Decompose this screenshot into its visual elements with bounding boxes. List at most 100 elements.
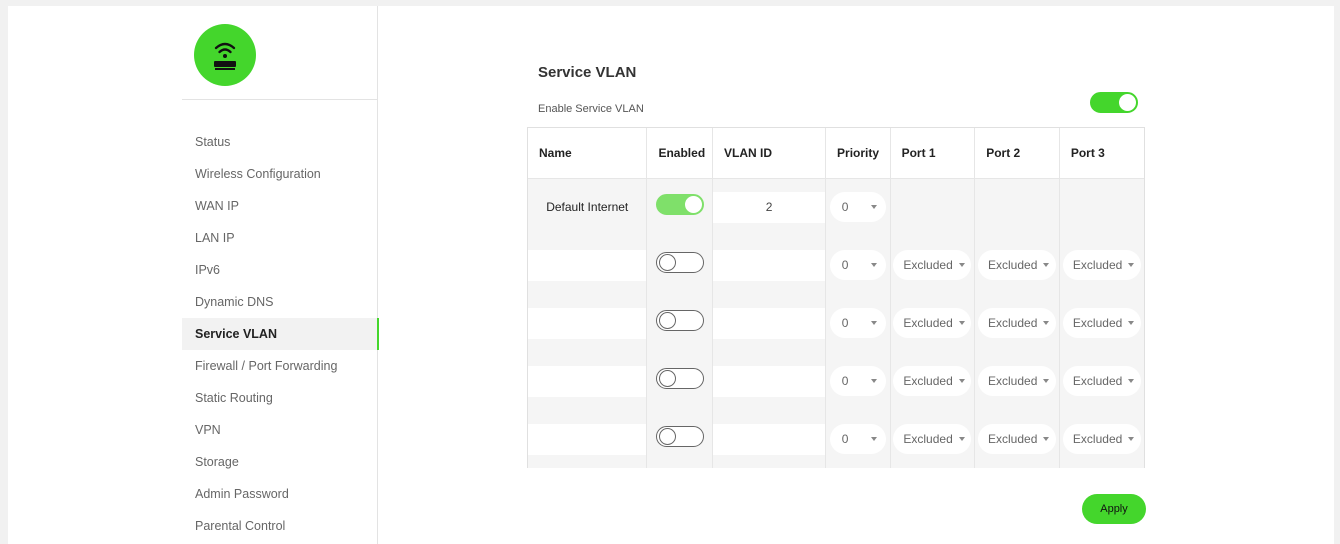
toggle-knob [684,196,702,214]
table-row: 0 Excluded Excluded Excluded [528,352,1144,410]
port-value: Excluded [903,258,953,272]
chevron-down-icon [958,379,965,383]
row-4-priority-select[interactable]: 0 [829,424,886,454]
page-title: Service VLAN [538,64,637,81]
sidebar-item-wan-ip[interactable]: WAN IP [182,190,378,222]
apply-button[interactable]: Apply [1082,494,1146,524]
row-3-port-3-select[interactable]: Excluded [1062,366,1141,396]
toggle-knob [1119,94,1136,111]
priority-value: 0 [841,200,849,215]
port-value: Excluded [1072,374,1123,388]
sidebar-item-static-routing[interactable]: Static Routing [182,382,378,414]
sidebar-item-dynamic-dns[interactable]: Dynamic DNS [182,286,378,318]
row-4-port-3-select[interactable]: Excluded [1062,424,1141,454]
toggle-knob [658,312,676,329]
sidebar-item-service-vlan[interactable]: Service VLAN [182,318,379,350]
default-row-enabled-toggle[interactable] [655,194,704,216]
toggle-knob [658,370,676,387]
row-1-priority-select[interactable]: 0 [829,250,886,280]
table-header-row: Name Enabled VLAN ID Priority Port 1 Por… [528,128,1144,179]
port-value: Excluded [1072,258,1123,272]
chevron-down-icon [870,321,877,325]
row-4-port-1-select[interactable]: Excluded [893,424,972,454]
chevron-down-icon [958,321,965,325]
port-value: Excluded [1072,316,1123,330]
row-2-priority-select[interactable]: 0 [829,308,886,338]
sidebar-divider [182,99,378,100]
table-row: 0 Excluded Excluded Excluded [528,410,1144,468]
row-4-vlan-id-input[interactable] [713,423,826,455]
sidebar-item-status[interactable]: Status [182,126,378,158]
chevron-down-icon [870,263,877,267]
port-value: Excluded [988,432,1038,446]
column-header-enabled: Enabled [646,128,714,179]
toggle-knob [658,254,676,271]
priority-value: 0 [841,374,849,388]
sidebar-item-ipv6[interactable]: IPv6 [182,254,378,286]
row-1-port-1-select[interactable]: Excluded [893,250,972,280]
port-value: Excluded [988,316,1038,330]
chevron-down-icon [1128,437,1135,441]
column-header-name: Name [528,128,648,179]
priority-value: 0 [841,258,849,272]
table-row: 0 Excluded Excluded Excluded [528,236,1144,294]
chevron-down-icon [870,437,877,441]
chevron-down-icon [958,263,965,267]
table-row-default: Default Internet 0 [528,178,1144,236]
wifi-router-icon [194,24,256,86]
table-row: 0 Excluded Excluded Excluded [528,294,1144,352]
port-value: Excluded [903,374,953,388]
row-2-name-input[interactable] [528,307,646,339]
row-3-name-input[interactable] [528,365,646,397]
column-header-priority: Priority [825,128,891,179]
default-row-name: Default Internet [528,178,648,236]
enable-service-vlan-toggle[interactable] [1090,92,1138,113]
port-value: Excluded [903,316,953,330]
port-value: Excluded [988,258,1038,272]
sidebar-item-vpn[interactable]: VPN [182,414,378,446]
row-1-vlan-id-input[interactable] [713,249,826,281]
chevron-down-icon [870,379,877,383]
row-4-port-2-select[interactable]: Excluded [978,424,1057,454]
row-3-vlan-id-input[interactable] [713,365,826,397]
row-1-name-input[interactable] [528,249,646,281]
sidebar-item-admin-password[interactable]: Admin Password [182,478,378,510]
default-row-priority-select[interactable]: 0 [829,192,886,223]
toggle-knob [658,428,676,445]
sidebar-item-parental-control[interactable]: Parental Control [182,510,378,542]
row-4-enabled-toggle[interactable] [655,426,704,447]
chevron-down-icon [958,437,965,441]
column-header-port-2: Port 2 [974,128,1060,179]
row-1-port-3-select[interactable]: Excluded [1062,250,1141,280]
row-2-enabled-toggle[interactable] [655,310,704,331]
chevron-down-icon [1043,379,1050,383]
column-header-port-1: Port 1 [890,128,976,179]
row-3-priority-select[interactable]: 0 [829,366,886,396]
port-value: Excluded [988,374,1038,388]
port-value: Excluded [903,432,953,446]
column-header-vlan-id: VLAN ID [712,128,827,179]
row-4-name-input[interactable] [528,423,646,455]
sidebar-item-wireless-configuration[interactable]: Wireless Configuration [182,158,378,190]
default-row-vlan-id-input[interactable] [713,191,826,223]
row-1-port-2-select[interactable]: Excluded [978,250,1057,280]
chevron-down-icon [1043,321,1050,325]
enable-service-vlan-label: Enable Service VLAN [538,103,644,115]
row-3-enabled-toggle[interactable] [655,368,704,389]
sidebar: Status Wireless Configuration WAN IP LAN… [8,6,379,544]
sidebar-item-lan-ip[interactable]: LAN IP [182,222,378,254]
chevron-down-icon [1128,263,1135,267]
row-1-enabled-toggle[interactable] [655,252,704,273]
chevron-down-icon [1128,379,1135,383]
column-header-port-3: Port 3 [1059,128,1144,179]
sidebar-item-firewall-port-forwarding[interactable]: Firewall / Port Forwarding [182,350,378,382]
row-3-port-2-select[interactable]: Excluded [978,366,1057,396]
chevron-down-icon [1043,437,1050,441]
row-2-port-1-select[interactable]: Excluded [893,308,972,338]
row-2-vlan-id-input[interactable] [713,307,826,339]
sidebar-item-storage[interactable]: Storage [182,446,378,478]
chevron-down-icon [1043,263,1050,267]
row-3-port-1-select[interactable]: Excluded [893,366,972,396]
row-2-port-3-select[interactable]: Excluded [1062,308,1141,338]
row-2-port-2-select[interactable]: Excluded [978,308,1057,338]
